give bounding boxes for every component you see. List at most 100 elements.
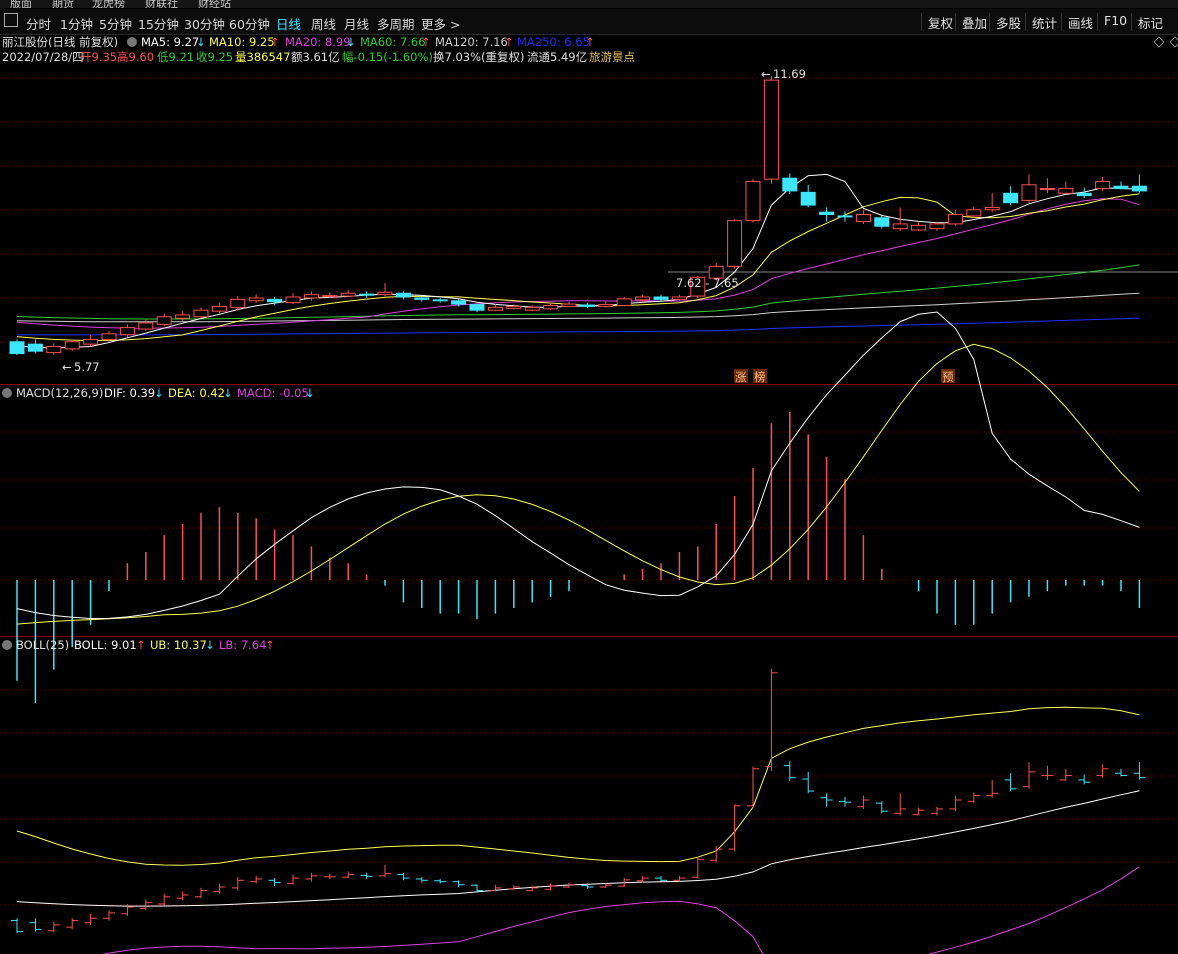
boll-lb: LB: 7.64: [219, 638, 266, 652]
candle-down: [819, 211, 835, 215]
macd-dif: DIF: 0.39: [104, 386, 155, 400]
ma10-arrow: ↑: [270, 35, 280, 49]
candle-up: [892, 223, 908, 230]
candle-up: [947, 214, 963, 225]
ma60-line: [16, 264, 1140, 320]
candle-up: [745, 181, 761, 222]
candle-down: [267, 298, 283, 303]
candle-up: [64, 341, 80, 350]
ma5-label: MA5: 9.27: [141, 35, 199, 49]
candle-up: [46, 346, 62, 354]
candle-down: [1113, 185, 1129, 190]
macd-dea-arrow: ↓: [223, 386, 233, 400]
candle-down: [469, 304, 485, 311]
candle-up: [340, 292, 356, 297]
macd-value: MACD: -0.05: [237, 386, 309, 400]
settings-icon[interactable]: [2, 640, 12, 650]
candle-down: [414, 297, 430, 300]
ma250-arrow: ↑: [585, 35, 595, 49]
ma120-label: MA120: 7.16: [435, 35, 508, 49]
boll-ub: UB: 10.37: [150, 638, 207, 652]
low-price-label: 5.77: [74, 360, 100, 374]
bar-volume: 量386547: [235, 50, 290, 64]
mark-limit-up[interactable]: 涨: [735, 370, 747, 384]
concept-tag[interactable]: 旅游景点: [589, 50, 635, 64]
boll-upper-band: [16, 706, 1140, 866]
boll-value: BOLL: 9.01: [74, 638, 137, 652]
ma10-label: MA10: 9.25: [209, 35, 275, 49]
candle-up: [506, 305, 522, 309]
candle-up: [524, 306, 540, 311]
bar-date: 2022/07/28/四: [2, 50, 84, 64]
bar-low: 低9.21: [157, 50, 194, 64]
candle-up: [984, 206, 1000, 211]
bar-close: 收9.25: [196, 50, 233, 64]
candle-up: [156, 316, 172, 325]
ma250-line: [16, 317, 1140, 336]
bar-change: 幅-0.15(-1.60%): [342, 50, 433, 64]
candle-up: [1039, 188, 1055, 191]
candle-up: [929, 223, 945, 230]
candle-up: [671, 296, 687, 300]
candle-up: [855, 214, 871, 223]
candle-down: [395, 292, 411, 298]
ma20-line: [16, 198, 1140, 329]
macd-title: MACD(12,26,9): [16, 386, 103, 400]
settings-icon[interactable]: [127, 37, 137, 47]
candle-down: [359, 293, 375, 296]
dif-line: [16, 311, 1140, 620]
high-price-label: 11.69: [773, 67, 806, 81]
candle-up: [763, 79, 779, 180]
candle-down: [782, 177, 798, 192]
boll-ub-arrow: ↓: [205, 638, 215, 652]
panel-settings-icon[interactable]: [1169, 36, 1178, 48]
boll-title: BOLL(25): [16, 638, 69, 652]
candle-up: [543, 304, 559, 310]
candle-up: [911, 224, 927, 231]
ma60-arrow: ↑: [421, 35, 431, 49]
candle-up: [193, 309, 209, 318]
ma60-label: MA60: 7.66: [360, 35, 426, 49]
boll-panel[interactable]: [11, 668, 1146, 954]
panel-settings-icon[interactable]: [1153, 36, 1165, 48]
ma20-arrow: ↓: [346, 35, 356, 49]
candle-up: [101, 333, 117, 340]
candle-up: [83, 338, 99, 345]
candle-up: [175, 314, 191, 319]
boll-value-arrow: ↑: [136, 638, 146, 652]
candle-up: [211, 305, 227, 312]
macd-dif-arrow: ↓: [154, 386, 164, 400]
candle-up: [303, 294, 319, 299]
settings-icon[interactable]: [2, 388, 12, 398]
candle-up: [230, 298, 246, 308]
ma20-label: MA20: 8.99: [285, 35, 351, 49]
candle-up: [285, 296, 301, 304]
stock-chart[interactable]: 丽江股份(日线 前复权) MA5: 9.27 ↓ MA10: 9.25 ↑ MA…: [0, 0, 1178, 954]
chart-grid: [0, 77, 1178, 906]
bar-high: 高9.60: [117, 50, 154, 64]
boll-lb-arrow: ↑: [265, 638, 275, 652]
candle-up: [561, 303, 577, 307]
candle-down: [432, 299, 448, 302]
candle-down: [579, 304, 595, 307]
candle-down: [27, 343, 43, 352]
candle-down: [9, 341, 25, 355]
macd-dea: DEA: 0.42: [168, 386, 225, 400]
candle-up: [1021, 184, 1037, 201]
macd-value-arrow: ↓: [305, 386, 315, 400]
bar-amount: 额3.61亿: [291, 50, 340, 64]
mark-dragon-list[interactable]: 榜: [754, 370, 766, 384]
candle-down: [800, 191, 816, 206]
candle-up: [322, 295, 338, 298]
candle-down: [874, 217, 890, 227]
range-label: 7.62 - 7.65: [676, 276, 739, 290]
ma120-arrow: ↑: [504, 35, 514, 49]
kline-panel[interactable]: [9, 75, 1147, 355]
candle-up: [1095, 181, 1111, 190]
candle-up: [248, 297, 264, 302]
stock-title: 丽江股份(日线 前复权): [2, 35, 118, 49]
ma5-arrow: ↓: [196, 35, 206, 49]
candle-up: [616, 298, 632, 306]
candle-down: [1131, 185, 1147, 192]
mark-forecast[interactable]: 预: [942, 370, 954, 384]
